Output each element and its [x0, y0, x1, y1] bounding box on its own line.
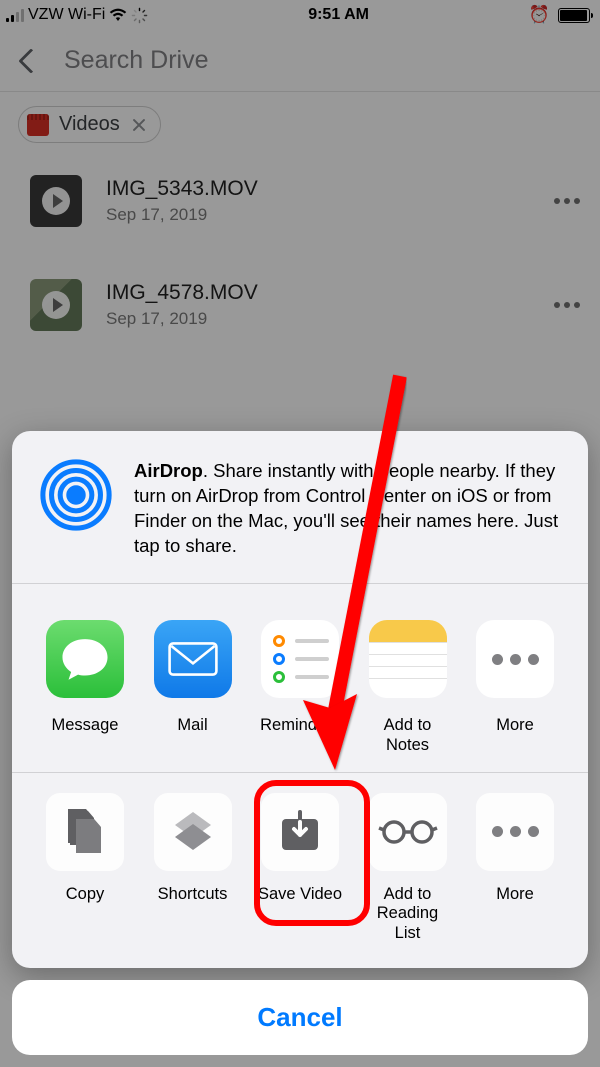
cancel-button[interactable]: Cancel — [12, 980, 588, 1055]
app-label: More — [470, 716, 560, 754]
action-copy-button[interactable]: Copy — [40, 793, 130, 944]
share-more-button[interactable]: More — [470, 620, 560, 756]
more-icon — [476, 620, 554, 698]
share-mail-button[interactable]: Mail — [148, 620, 238, 756]
share-sheet: AirDrop. Share instantly with people nea… — [12, 431, 588, 968]
action-label: Save Video — [255, 885, 345, 923]
action-more-button[interactable]: More — [470, 793, 560, 944]
message-icon — [46, 620, 124, 698]
app-label: Add to Notes — [363, 716, 453, 756]
airdrop-section[interactable]: AirDrop. Share instantly with people nea… — [12, 431, 588, 583]
share-apps-row: Message Mail Reminders — [12, 584, 588, 772]
action-reading-list-button[interactable]: Add to Reading List — [363, 793, 453, 944]
app-label: Reminders — [255, 716, 345, 754]
reminders-icon — [261, 620, 339, 698]
share-reminders-button[interactable]: Reminders — [255, 620, 345, 756]
more-icon — [476, 793, 554, 871]
save-video-icon — [261, 793, 339, 871]
action-label: Copy — [40, 885, 130, 923]
action-label: Shortcuts — [148, 885, 238, 923]
actions-row: Copy Shortcuts Save Video Add to Reading… — [12, 773, 588, 968]
shortcuts-icon — [154, 793, 232, 871]
action-label: Add to Reading List — [363, 885, 453, 944]
copy-icon — [46, 793, 124, 871]
notes-icon — [369, 620, 447, 698]
airdrop-description: AirDrop. Share instantly with people nea… — [134, 459, 560, 559]
share-message-button[interactable]: Message — [40, 620, 130, 756]
action-shortcuts-button[interactable]: Shortcuts — [148, 793, 238, 944]
share-notes-button[interactable]: Add to Notes — [363, 620, 453, 756]
airdrop-icon — [40, 459, 112, 531]
action-label: More — [470, 885, 560, 923]
app-label: Message — [40, 716, 130, 754]
action-save-video-button[interactable]: Save Video — [255, 793, 345, 944]
mail-icon — [154, 620, 232, 698]
reading-list-icon — [369, 793, 447, 871]
app-label: Mail — [148, 716, 238, 754]
